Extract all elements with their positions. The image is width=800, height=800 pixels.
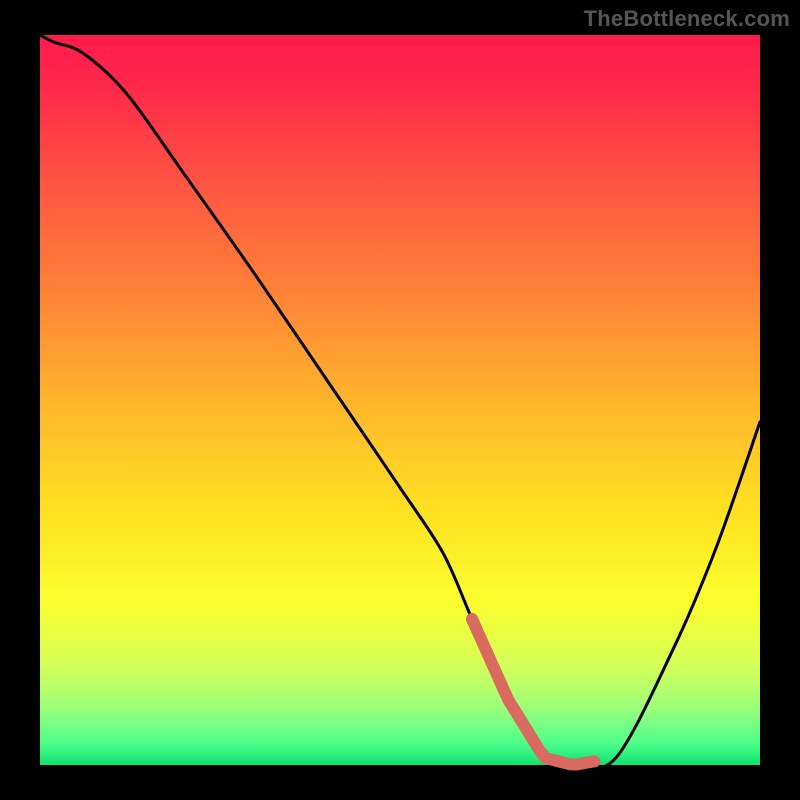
watermark-text: TheBottleneck.com: [584, 6, 790, 32]
plot-background: [40, 35, 760, 765]
bottleneck-chart: [0, 0, 800, 800]
chart-stage: TheBottleneck.com: [0, 0, 800, 800]
